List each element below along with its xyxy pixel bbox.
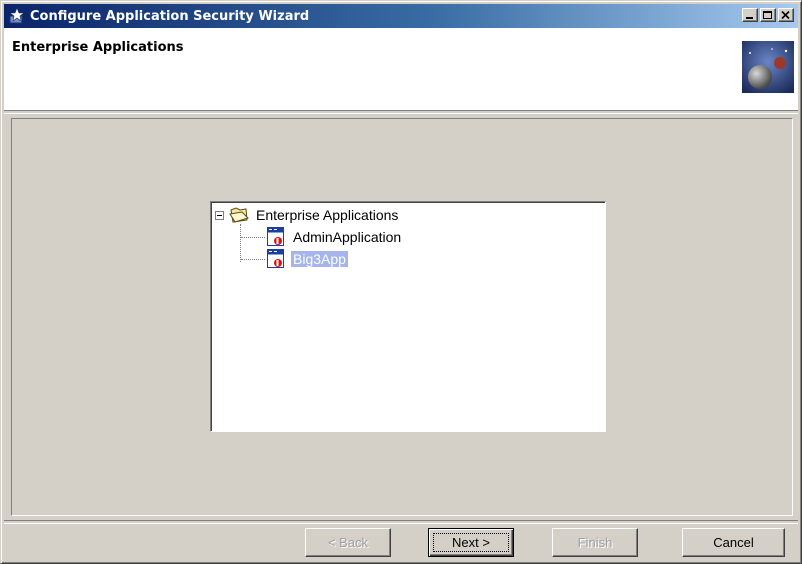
close-icon <box>781 11 790 20</box>
folder-open-icon <box>229 207 249 223</box>
tree-item-label: AdminApplication <box>293 229 402 245</box>
tree-root-node[interactable]: Enterprise Applications <box>215 205 400 225</box>
planet-banner-icon <box>742 41 794 93</box>
wizard-app-icon <box>9 7 25 24</box>
tree-root-label: Enterprise Applications <box>256 207 399 223</box>
maximize-icon <box>763 11 772 19</box>
finish-button[interactable]: Finish <box>552 528 638 557</box>
back-button[interactable]: < Back <box>305 528 391 557</box>
title-bar[interactable]: Configure Application Security Wizard <box>4 4 798 28</box>
enterprise-app-icon <box>267 249 284 268</box>
tree-connector <box>241 237 265 239</box>
minimize-icon <box>746 17 753 19</box>
collapse-toggle-icon[interactable] <box>215 210 224 220</box>
tree-item-label: Big3App <box>291 251 348 267</box>
window-title: Configure Application Security Wizard <box>30 8 310 24</box>
page-title: Enterprise Applications <box>12 40 184 55</box>
cancel-button[interactable]: Cancel <box>682 528 785 557</box>
wizard-header: Enterprise Applications <box>4 28 798 110</box>
tree-item-adminapplication[interactable]: AdminApplication <box>267 227 403 247</box>
tree-connector <box>240 224 242 262</box>
minimize-button[interactable] <box>742 8 758 22</box>
next-button[interactable]: Next > <box>428 528 514 557</box>
footer-divider <box>4 520 798 524</box>
close-button[interactable] <box>778 8 794 22</box>
wizard-window: Configure Application Security Wizard En… <box>0 0 802 564</box>
focus-ring <box>433 533 509 552</box>
tree-item-big3app[interactable]: Big3App <box>267 249 348 269</box>
application-tree[interactable]: Enterprise Applications AdminApplication <box>210 201 606 432</box>
tree-connector <box>241 259 265 261</box>
header-divider <box>4 110 798 114</box>
maximize-button[interactable] <box>760 8 776 22</box>
enterprise-app-icon <box>267 227 284 246</box>
